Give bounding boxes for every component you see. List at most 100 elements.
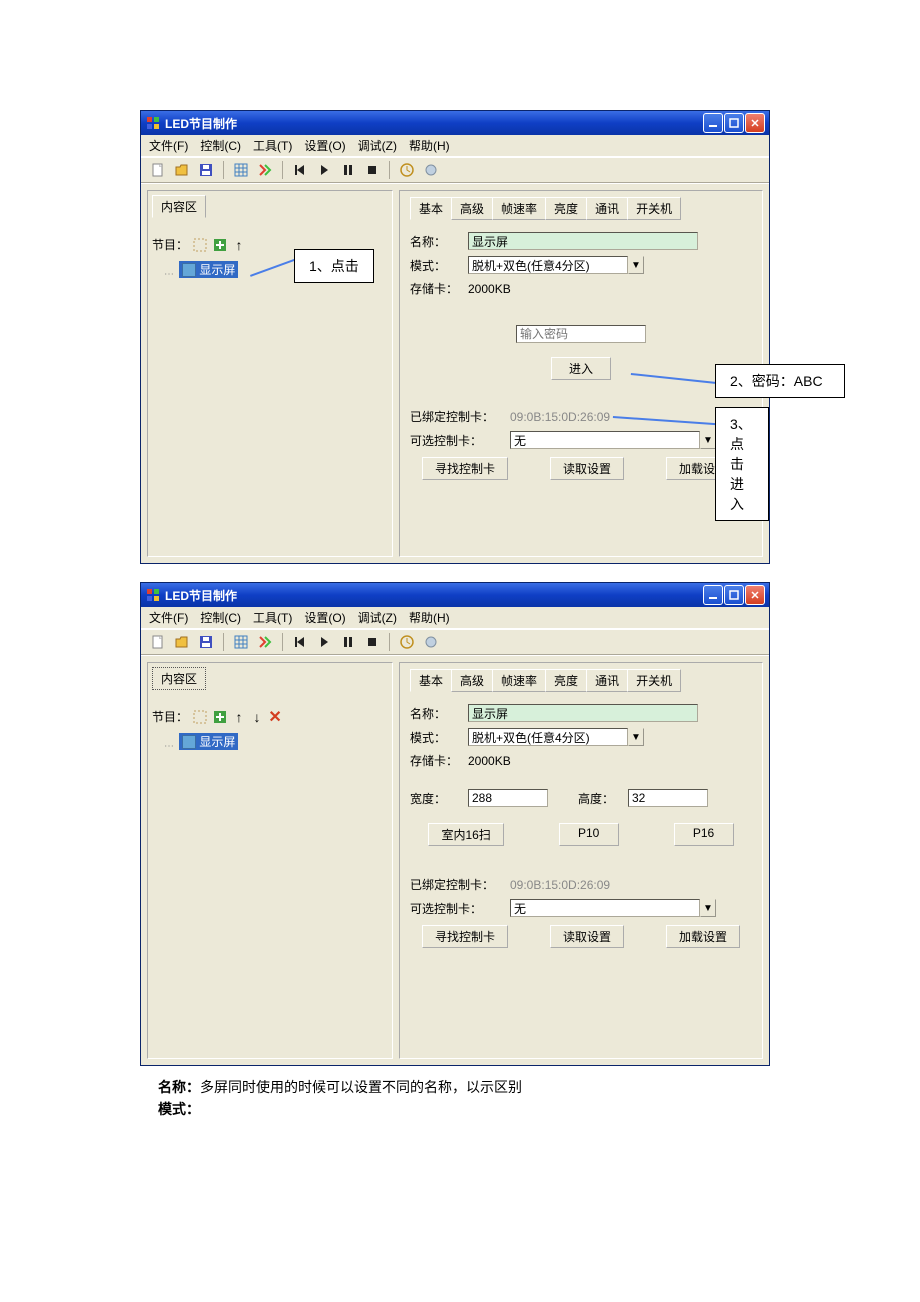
grid-icon[interactable] [232,161,250,179]
toolbar [141,629,769,655]
mode-dropdown[interactable]: ▼ [468,728,644,746]
dropdown-arrow-icon[interactable]: ▼ [700,431,716,449]
tab-framerate[interactable]: 帧速率 [492,197,546,220]
menu-settings[interactable]: 设置(O) [300,135,349,156]
dropdown-arrow-icon[interactable]: ▼ [700,899,716,917]
tab-basic[interactable]: 基本 [410,669,452,692]
tree-item-display[interactable]: 显示屏 [179,261,238,278]
mode-label: 模式： [410,729,468,746]
right-panel: 基本 高级 帧速率 亮度 通讯 开关机 名称： 模式： ▼ 存储卡： 200 [399,190,763,557]
effect-icon[interactable] [256,633,274,651]
dropdown-arrow-icon[interactable]: ▼ [628,256,644,274]
rewind-icon[interactable] [291,161,309,179]
rewind-icon[interactable] [291,633,309,651]
up-arrow-icon[interactable]: ↑ [232,710,246,724]
optional-dropdown[interactable]: ▼ [510,899,716,917]
tree-item-display[interactable]: 显示屏 [179,733,238,750]
menu-debug[interactable]: 调试(Z) [354,135,401,156]
indoor16-button[interactable]: 室内16扫 [428,823,503,846]
titlebar[interactable]: LED节目制作 [141,583,769,607]
maximize-button[interactable] [724,585,744,605]
new-icon[interactable] [149,633,167,651]
height-input[interactable] [628,789,708,807]
enter-button[interactable]: 进入 [551,357,611,380]
minimize-button[interactable] [703,113,723,133]
new-node-icon[interactable] [192,709,208,725]
close-button[interactable] [745,113,765,133]
menu-tools[interactable]: 工具(T) [249,607,296,628]
play-icon[interactable] [315,161,333,179]
clock-icon[interactable] [398,633,416,651]
new-node-icon[interactable] [192,237,208,253]
menu-control[interactable]: 控制(C) [196,607,245,628]
menu-debug[interactable]: 调试(Z) [354,607,401,628]
callout-2: 2、密码：ABC [715,364,845,398]
menu-tools[interactable]: 工具(T) [249,135,296,156]
titlebar[interactable]: LED节目制作 [141,111,769,135]
menu-help[interactable]: 帮助(H) [405,135,454,156]
pause-icon[interactable] [339,161,357,179]
grid-icon[interactable] [232,633,250,651]
program-label: 节目： [152,236,188,253]
tab-switch[interactable]: 开关机 [627,197,681,220]
tab-framerate[interactable]: 帧速率 [492,669,546,692]
tabs-row: 基本 高级 帧速率 亮度 通讯 开关机 [410,669,752,692]
stop-icon[interactable] [363,161,381,179]
tab-brightness[interactable]: 亮度 [545,669,587,692]
tab-advanced[interactable]: 高级 [451,669,493,692]
delete-icon[interactable]: ✕ [268,710,282,724]
optional-label: 可选控制卡： [410,432,510,449]
width-input[interactable] [468,789,548,807]
menubar: 文件(F) 控制(C) 工具(T) 设置(O) 调试(Z) 帮助(H) [141,607,769,629]
sync-icon[interactable] [422,633,440,651]
up-arrow-icon[interactable]: ↑ [232,238,246,252]
password-input[interactable] [516,325,646,343]
menu-help[interactable]: 帮助(H) [405,607,454,628]
add-node-icon[interactable] [212,709,228,725]
effect-icon[interactable] [256,161,274,179]
p10-button[interactable]: P10 [559,823,619,846]
read-settings-button[interactable]: 读取设置 [550,925,624,948]
optional-dropdown[interactable]: ▼ [510,431,716,449]
new-icon[interactable] [149,161,167,179]
add-node-icon[interactable] [212,237,228,253]
dropdown-arrow-icon[interactable]: ▼ [628,728,644,746]
window-1: LED节目制作 文件(F) 控制(C) 工具(T) 设置(O) 调试(Z) 帮助… [140,110,770,564]
name-input[interactable] [468,704,698,722]
minimize-button[interactable] [703,585,723,605]
screen-icon [182,263,196,277]
open-icon[interactable] [173,161,191,179]
menu-file[interactable]: 文件(F) [145,607,192,628]
save-icon[interactable] [197,633,215,651]
save-icon[interactable] [197,161,215,179]
menu-control[interactable]: 控制(C) [196,135,245,156]
read-settings-button[interactable]: 读取设置 [550,457,624,480]
storage-value: 2000KB [468,754,511,768]
tab-switch[interactable]: 开关机 [627,669,681,692]
sync-icon[interactable] [422,161,440,179]
tab-brightness[interactable]: 亮度 [545,197,587,220]
down-arrow-icon[interactable]: ↓ [250,710,264,724]
tab-content-area[interactable]: 内容区 [152,667,206,690]
stop-icon[interactable] [363,633,381,651]
p16-button[interactable]: P16 [674,823,734,846]
tab-comm[interactable]: 通讯 [586,197,628,220]
tab-comm[interactable]: 通讯 [586,669,628,692]
clock-icon[interactable] [398,161,416,179]
tab-content-area[interactable]: 内容区 [152,195,206,218]
load-settings-button[interactable]: 加载设置 [666,925,740,948]
menu-settings[interactable]: 设置(O) [300,607,349,628]
tab-basic[interactable]: 基本 [410,197,452,220]
mode-dropdown[interactable]: ▼ [468,256,644,274]
play-icon[interactable] [315,633,333,651]
close-button[interactable] [745,585,765,605]
find-card-button[interactable]: 寻找控制卡 [422,925,508,948]
name-input[interactable] [468,232,698,250]
maximize-button[interactable] [724,113,744,133]
open-icon[interactable] [173,633,191,651]
program-label: 节目： [152,708,188,725]
find-card-button[interactable]: 寻找控制卡 [422,457,508,480]
tab-advanced[interactable]: 高级 [451,197,493,220]
menu-file[interactable]: 文件(F) [145,135,192,156]
pause-icon[interactable] [339,633,357,651]
